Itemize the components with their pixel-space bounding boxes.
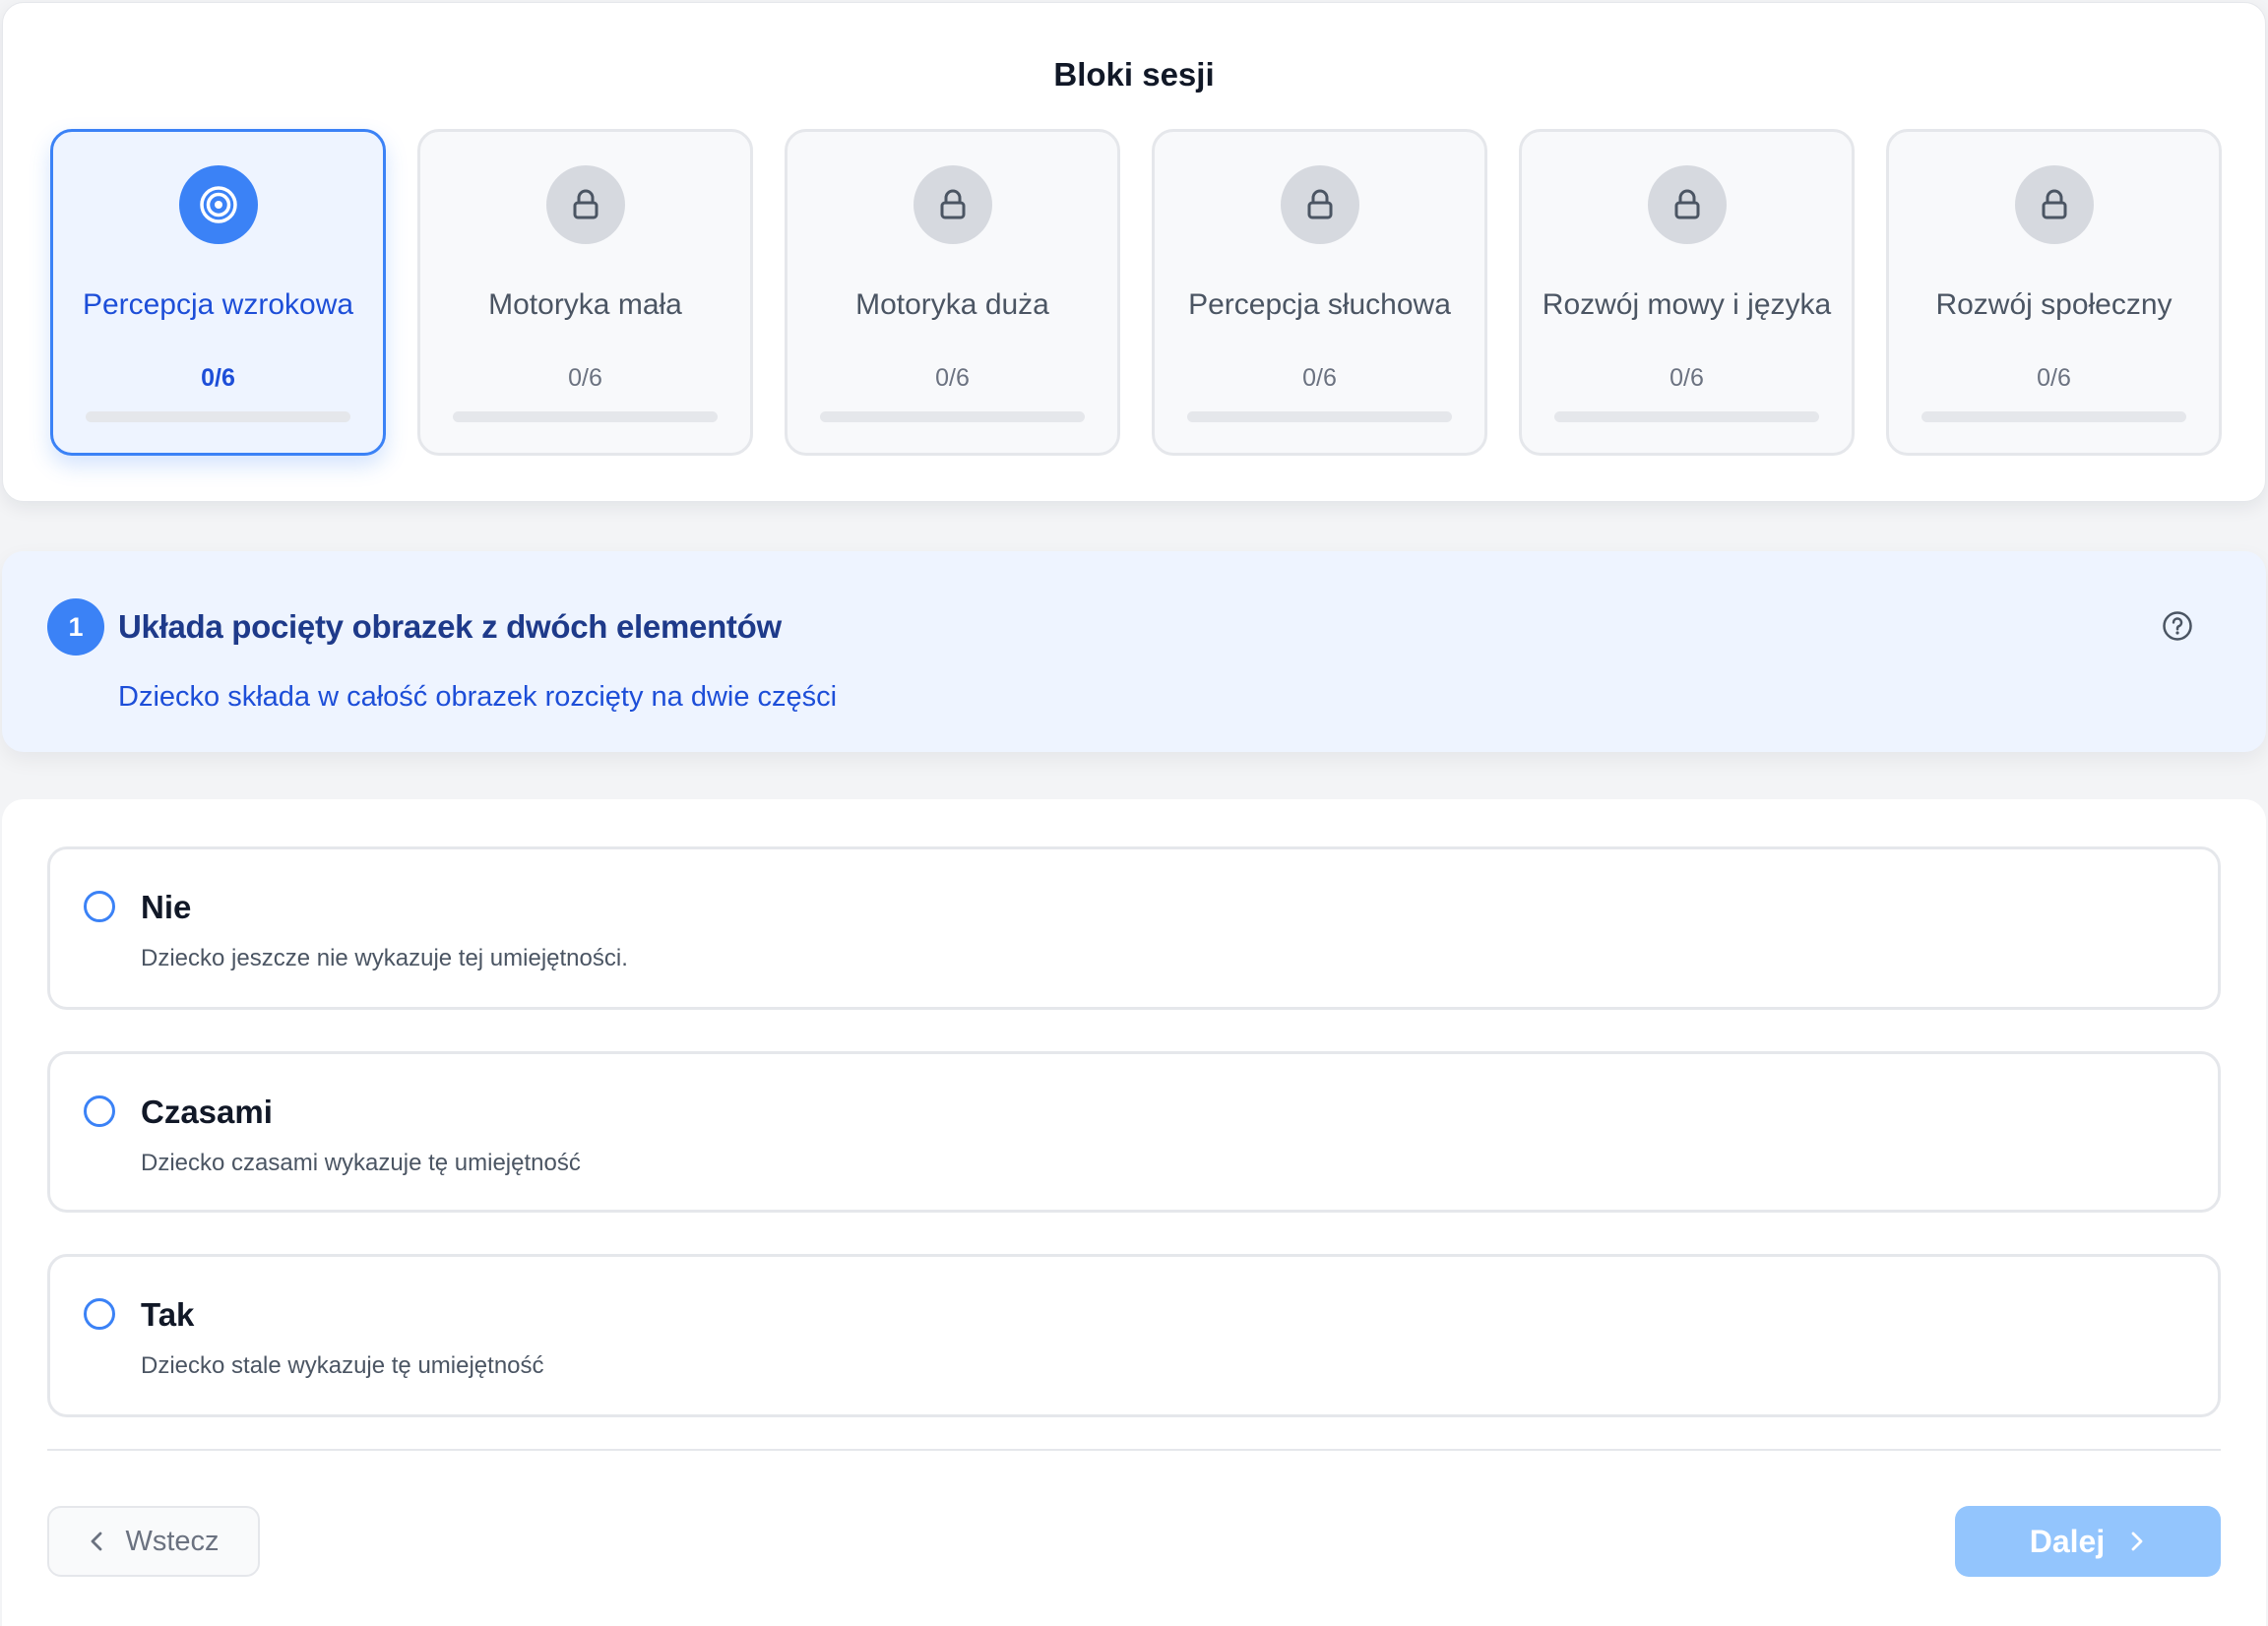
- option-tak[interactable]: Tak Dziecko stale wykazuje tę umiejętnoś…: [47, 1254, 2221, 1417]
- chevron-right-icon: [2131, 1532, 2143, 1551]
- block-count: 0/6: [568, 364, 602, 392]
- lock-icon: [2014, 165, 2094, 244]
- target-icon: [178, 165, 258, 244]
- lock-icon: [1647, 165, 1727, 244]
- option-label: Nie: [141, 889, 192, 925]
- block-progress-bar: [1187, 411, 1452, 422]
- block-count: 0/6: [1670, 364, 1704, 392]
- assessment-page: Bloki sesji Percepcja wzrokowa 0/6 Motor…: [0, 0, 2268, 1626]
- block-progress-bar: [820, 411, 1085, 422]
- option-description: Dziecko stale wykazuje tę umiejętność: [141, 1352, 544, 1379]
- block-count: 0/6: [2037, 364, 2071, 392]
- radio-button[interactable]: [84, 1095, 115, 1127]
- block-motoryka-duza[interactable]: Motoryka duża 0/6: [785, 129, 1120, 456]
- option-label: Tak: [141, 1296, 195, 1333]
- block-count: 0/6: [1302, 364, 1337, 392]
- session-blocks-row: Percepcja wzrokowa 0/6 Motoryka mała 0/6: [50, 129, 2222, 456]
- block-percepcja-sluchowa[interactable]: Percepcja słuchowa 0/6: [1152, 129, 1487, 456]
- block-rozwoj-spoleczny[interactable]: Rozwój społeczny 0/6: [1886, 129, 2222, 456]
- radio-button[interactable]: [84, 891, 115, 922]
- question-description: Dziecko składa w całość obrazek rozcięty…: [118, 681, 838, 713]
- option-description: Dziecko czasami wykazuje tę umiejętność: [141, 1150, 581, 1176]
- session-blocks-title: Bloki sesji: [1053, 56, 1215, 93]
- lock-icon: [913, 165, 992, 244]
- divider: [47, 1449, 2221, 1451]
- next-button-label: Dalej: [2029, 1523, 2106, 1559]
- back-button-label: Wstecz: [125, 1525, 220, 1557]
- question-circle-icon[interactable]: [2162, 610, 2193, 642]
- option-description: Dziecko jeszcze nie wykazuje tej umiejęt…: [141, 945, 628, 971]
- question-banner: 1 Układa pocięty obrazek z dwóch element…: [2, 551, 2266, 752]
- block-progress-bar: [1554, 411, 1819, 422]
- block-name: Percepcja wzrokowa: [82, 288, 354, 321]
- block-name: Rozwój mowy i języka: [1542, 288, 1832, 321]
- block-motoryka-mala[interactable]: Motoryka mała 0/6: [417, 129, 753, 456]
- radio-button[interactable]: [84, 1298, 115, 1330]
- block-progress-bar: [453, 411, 718, 422]
- option-czasami[interactable]: Czasami Dziecko czasami wykazuje tę umie…: [47, 1051, 2221, 1213]
- block-name: Motoryka duża: [855, 288, 1049, 321]
- block-rozwoj-mowy[interactable]: Rozwój mowy i języka 0/6: [1519, 129, 1855, 456]
- question-number-badge: 1: [47, 598, 104, 656]
- block-percepcja-wzrokowa[interactable]: Percepcja wzrokowa 0/6: [50, 129, 386, 456]
- session-blocks-panel: Bloki sesji Percepcja wzrokowa 0/6 Motor…: [2, 2, 2266, 502]
- block-count: 0/6: [935, 364, 970, 392]
- option-label: Czasami: [141, 1094, 273, 1130]
- block-count: 0/6: [201, 364, 235, 392]
- block-progress-bar: [86, 411, 350, 422]
- next-button[interactable]: Dalej: [1955, 1506, 2221, 1577]
- question-title: Układa pocięty obrazek z dwóch elementów: [118, 608, 782, 645]
- lock-icon: [1280, 165, 1359, 244]
- answers-panel: Nie Dziecko jeszcze nie wykazuje tej umi…: [2, 799, 2266, 1626]
- block-name: Percepcja słuchowa: [1188, 288, 1451, 321]
- lock-icon: [545, 165, 625, 244]
- chevron-left-icon: [92, 1532, 102, 1551]
- back-button[interactable]: Wstecz: [47, 1506, 260, 1577]
- option-nie[interactable]: Nie Dziecko jeszcze nie wykazuje tej umi…: [47, 846, 2221, 1010]
- block-name: Rozwój społeczny: [1935, 288, 2173, 321]
- block-progress-bar: [1922, 411, 2186, 422]
- block-name: Motoryka mała: [488, 288, 682, 321]
